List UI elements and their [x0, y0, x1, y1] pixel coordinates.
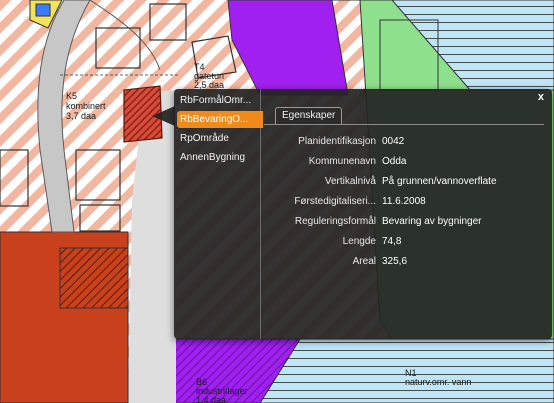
- property-key: Vertikalnivå: [324, 176, 376, 187]
- property-key: Lengde: [342, 236, 376, 247]
- layer-item-rbbevaringo[interactable]: RbBevaringO...: [177, 111, 263, 128]
- property-value: 0042: [382, 136, 405, 147]
- property-row: Vertikalnivå På grunnen/vannoverflate: [268, 172, 544, 192]
- popup-pointer: [152, 106, 175, 126]
- property-value: På grunnen/vannoverflate: [382, 176, 497, 187]
- map-label: K5: [66, 91, 78, 101]
- layer-list: RbFormålOmr... RbBevaringO... RpOmråde A…: [174, 89, 263, 339]
- close-button[interactable]: x: [538, 91, 544, 103]
- tab-egenskaper[interactable]: Egenskaper: [275, 107, 343, 124]
- property-key: Areal: [352, 256, 376, 267]
- property-row: Førstedigitaliseri... 11.6.2008: [268, 192, 544, 212]
- property-row: Planidentifikasjon 0042: [268, 132, 544, 152]
- property-value: Odda: [382, 156, 407, 167]
- industry-building: [59, 247, 129, 309]
- layer-item-annenbygning[interactable]: AnnenBygning: [177, 149, 257, 166]
- property-key: Førstedigitaliseri...: [294, 196, 376, 207]
- blue-marker: [35, 3, 51, 17]
- property-value: 11.6.2008: [382, 196, 426, 207]
- property-key: Planidentifikasjon: [298, 136, 376, 147]
- tab-divider: [264, 124, 544, 125]
- property-value: Bevaring av bygninger: [382, 216, 482, 227]
- property-key: Kommunenavn: [308, 156, 376, 167]
- property-key: Reguleringsformål: [294, 216, 376, 227]
- map-label: naturv.omr. vann: [405, 377, 472, 387]
- layer-item-rbformalomr[interactable]: RbFormålOmr...: [177, 92, 257, 109]
- property-row: Reguleringsformål Bevaring av bygninger: [268, 212, 544, 232]
- map-label: 3,7 daa: [66, 111, 97, 121]
- property-value: 325,6: [382, 256, 408, 267]
- layer-item-rpomrade[interactable]: RpOmråde: [177, 130, 257, 147]
- feature-info-popup: RbFormålOmr... RbBevaringO... RpOmråde A…: [174, 89, 552, 339]
- property-row: Lengde 74,8: [268, 232, 544, 252]
- map-label: kombinert: [66, 101, 106, 111]
- property-table: Planidentifikasjon 0042 Kommunenavn Odda V…: [268, 132, 544, 272]
- map-viewer[interactable]: T4 gatetun 2,5 daa K5 kombinert 3,7 daa …: [0, 0, 554, 403]
- property-row: Areal 325,6: [268, 252, 544, 272]
- property-row: Kommunenavn Odda: [268, 152, 544, 172]
- map-label: 1,4 daa: [196, 395, 227, 403]
- property-value: 74,8: [382, 236, 402, 247]
